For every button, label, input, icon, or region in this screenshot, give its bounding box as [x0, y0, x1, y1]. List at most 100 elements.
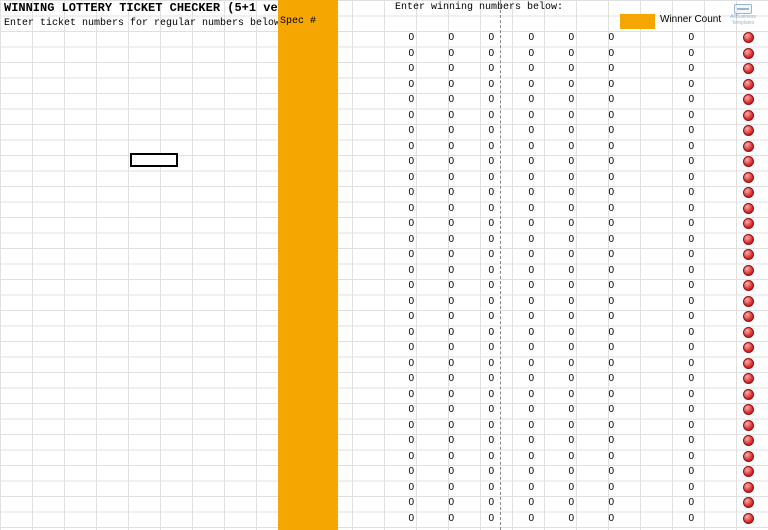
result-cell[interactable]: 0 — [500, 94, 540, 105]
result-cell[interactable]: 0 — [380, 296, 420, 307]
result-cell[interactable]: 0 — [420, 497, 460, 508]
result-cell[interactable]: 0 — [500, 79, 540, 90]
count-value[interactable]: 0 — [670, 466, 700, 477]
result-cell[interactable]: 0 — [500, 110, 540, 121]
result-cell[interactable]: 0 — [460, 466, 500, 477]
selected-cell[interactable] — [130, 153, 178, 167]
result-cell[interactable]: 0 — [540, 389, 580, 400]
result-cell[interactable]: 0 — [460, 296, 500, 307]
result-cell[interactable]: 0 — [380, 373, 420, 384]
result-cell[interactable]: 0 — [380, 141, 420, 152]
result-cell[interactable]: 0 — [380, 327, 420, 338]
result-cell[interactable]: 0 — [380, 48, 420, 59]
count-value[interactable]: 0 — [670, 79, 700, 90]
result-cell[interactable]: 0 — [580, 63, 620, 74]
result-cell[interactable]: 0 — [460, 435, 500, 446]
count-value[interactable]: 0 — [670, 172, 700, 183]
result-cell[interactable]: 0 — [380, 435, 420, 446]
result-cell[interactable]: 0 — [460, 404, 500, 415]
result-cell[interactable]: 0 — [460, 94, 500, 105]
result-cell[interactable]: 0 — [540, 203, 580, 214]
result-cell[interactable]: 0 — [500, 203, 540, 214]
result-cell[interactable]: 0 — [460, 389, 500, 400]
result-cell[interactable]: 0 — [500, 342, 540, 353]
result-cell[interactable]: 0 — [540, 296, 580, 307]
result-cell[interactable]: 0 — [420, 389, 460, 400]
result-cell[interactable]: 0 — [580, 187, 620, 198]
result-cell[interactable]: 0 — [460, 48, 500, 59]
result-cell[interactable]: 0 — [420, 48, 460, 59]
result-cell[interactable]: 0 — [500, 466, 540, 477]
count-value[interactable]: 0 — [670, 373, 700, 384]
result-cell[interactable]: 0 — [380, 156, 420, 167]
result-cell[interactable]: 0 — [420, 513, 460, 524]
result-cell[interactable]: 0 — [380, 125, 420, 136]
result-cell[interactable]: 0 — [580, 265, 620, 276]
result-cell[interactable]: 0 — [380, 466, 420, 477]
result-cell[interactable]: 0 — [580, 358, 620, 369]
result-cell[interactable]: 0 — [500, 48, 540, 59]
result-cell[interactable]: 0 — [460, 513, 500, 524]
result-cell[interactable]: 0 — [580, 203, 620, 214]
result-cell[interactable]: 0 — [420, 218, 460, 229]
result-cell[interactable]: 0 — [420, 404, 460, 415]
result-cell[interactable]: 0 — [460, 125, 500, 136]
result-cell[interactable]: 0 — [420, 32, 460, 43]
count-value[interactable]: 0 — [670, 420, 700, 431]
result-cell[interactable]: 0 — [580, 110, 620, 121]
result-cell[interactable]: 0 — [580, 234, 620, 245]
result-cell[interactable]: 0 — [580, 327, 620, 338]
count-value[interactable]: 0 — [670, 342, 700, 353]
result-cell[interactable]: 0 — [580, 249, 620, 260]
result-cell[interactable]: 0 — [380, 172, 420, 183]
result-cell[interactable]: 0 — [580, 141, 620, 152]
count-value[interactable]: 0 — [670, 451, 700, 462]
result-cell[interactable]: 0 — [540, 327, 580, 338]
count-value[interactable]: 0 — [670, 125, 700, 136]
result-cell[interactable]: 0 — [540, 94, 580, 105]
result-cell[interactable]: 0 — [460, 358, 500, 369]
result-cell[interactable]: 0 — [420, 187, 460, 198]
result-cell[interactable]: 0 — [500, 358, 540, 369]
result-cell[interactable]: 0 — [380, 311, 420, 322]
result-cell[interactable]: 0 — [580, 373, 620, 384]
result-cell[interactable]: 0 — [500, 404, 540, 415]
count-value[interactable]: 0 — [670, 94, 700, 105]
count-value[interactable]: 0 — [670, 327, 700, 338]
result-cell[interactable]: 0 — [540, 280, 580, 291]
count-value[interactable]: 0 — [670, 482, 700, 493]
count-value[interactable]: 0 — [670, 156, 700, 167]
result-cell[interactable]: 0 — [580, 311, 620, 322]
result-cell[interactable]: 0 — [460, 327, 500, 338]
result-cell[interactable]: 0 — [540, 110, 580, 121]
result-cell[interactable]: 0 — [380, 234, 420, 245]
result-cell[interactable]: 0 — [460, 265, 500, 276]
result-cell[interactable]: 0 — [500, 156, 540, 167]
result-cell[interactable]: 0 — [420, 327, 460, 338]
result-cell[interactable]: 0 — [420, 203, 460, 214]
result-cell[interactable]: 0 — [540, 466, 580, 477]
result-cell[interactable]: 0 — [580, 94, 620, 105]
result-cell[interactable]: 0 — [580, 513, 620, 524]
result-cell[interactable]: 0 — [580, 420, 620, 431]
count-value[interactable]: 0 — [670, 265, 700, 276]
result-cell[interactable]: 0 — [460, 141, 500, 152]
result-cell[interactable]: 0 — [380, 482, 420, 493]
result-cell[interactable]: 0 — [460, 156, 500, 167]
result-cell[interactable]: 0 — [540, 249, 580, 260]
result-cell[interactable]: 0 — [540, 125, 580, 136]
result-cell[interactable]: 0 — [380, 110, 420, 121]
result-cell[interactable]: 0 — [540, 187, 580, 198]
result-cell[interactable]: 0 — [380, 342, 420, 353]
result-cell[interactable]: 0 — [540, 234, 580, 245]
result-cell[interactable]: 0 — [420, 466, 460, 477]
result-cell[interactable]: 0 — [420, 420, 460, 431]
result-cell[interactable]: 0 — [420, 110, 460, 121]
result-cell[interactable]: 0 — [540, 513, 580, 524]
result-cell[interactable]: 0 — [460, 249, 500, 260]
result-cell[interactable]: 0 — [380, 420, 420, 431]
result-cell[interactable]: 0 — [540, 79, 580, 90]
result-cell[interactable]: 0 — [580, 435, 620, 446]
result-cell[interactable]: 0 — [540, 482, 580, 493]
result-cell[interactable]: 0 — [420, 172, 460, 183]
